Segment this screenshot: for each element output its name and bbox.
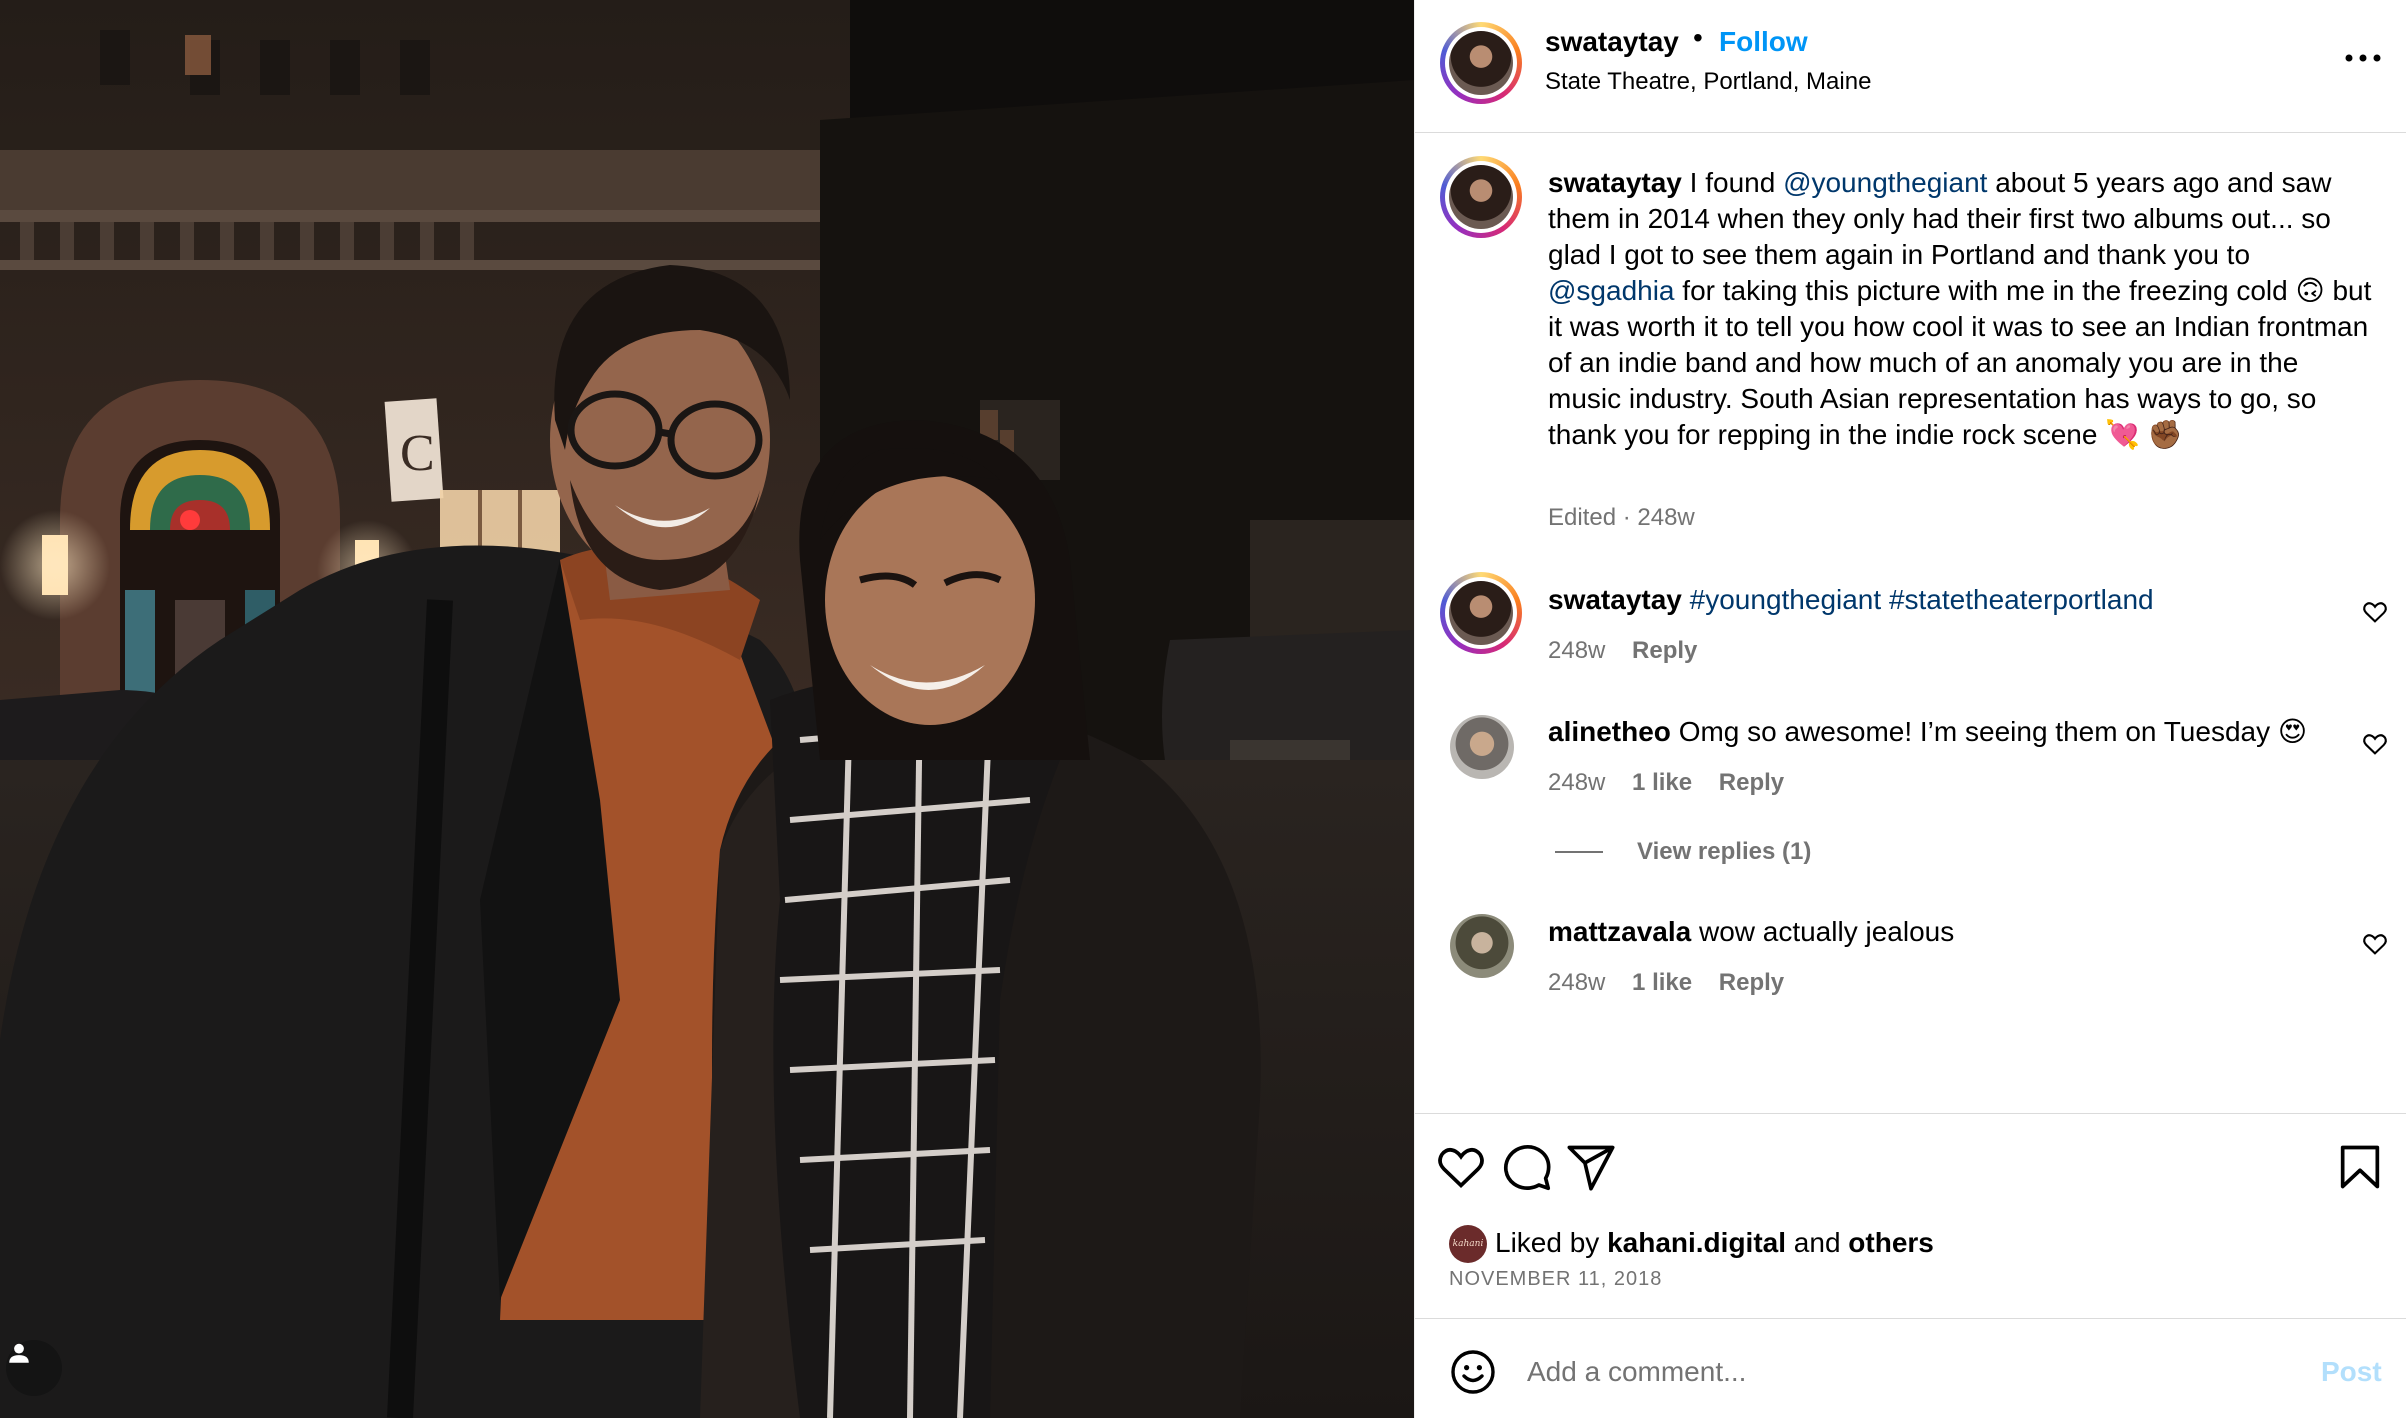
- like-comment-icon[interactable]: [2361, 598, 2389, 626]
- mention-sgadhia[interactable]: @sgadhia: [1548, 275, 1675, 306]
- comment-age: 248w: [1548, 969, 1606, 996]
- share-icon[interactable]: [1565, 1141, 1617, 1193]
- actions-divider: [1415, 1113, 2406, 1114]
- photo-sign-letter: C: [400, 425, 435, 482]
- post-date[interactable]: NOVEMBER 11, 2018: [1449, 1268, 1662, 1291]
- comment-likes[interactable]: 1 like: [1632, 969, 1692, 996]
- comment-age: 248w: [1548, 769, 1606, 796]
- comment-text: wow actually jealous: [1698, 916, 1955, 947]
- post-comment-button[interactable]: Post: [2321, 1356, 2382, 1388]
- comment-text: Omg so awesome! I’m seeing them on Tuesd…: [1678, 716, 2308, 747]
- like-comment-icon[interactable]: [2361, 730, 2389, 758]
- reply-button[interactable]: Reply: [1719, 969, 1784, 996]
- comment-username[interactable]: mattzavala: [1548, 916, 1691, 947]
- comment-meta: 248w 1 like Reply: [1548, 969, 1784, 997]
- comment-input[interactable]: [1527, 1348, 2227, 1396]
- liked-by-user[interactable]: kahani.digital: [1607, 1227, 1786, 1258]
- liked-by-others[interactable]: others: [1848, 1227, 1934, 1258]
- emoji-icon[interactable]: [1449, 1348, 1497, 1396]
- hashtag-statetheaterportland[interactable]: #statetheaterportland: [1889, 584, 2154, 615]
- like-icon[interactable]: [1435, 1141, 1487, 1193]
- replies-divider: [1555, 851, 1603, 853]
- caption-meta: Edited · 248w: [1548, 504, 1695, 531]
- hashtag-youngthegiant[interactable]: #youngthegiant: [1690, 584, 1882, 615]
- post-detail-panel: swataytay • Follow State Theatre, Portla…: [1414, 0, 2406, 1418]
- comment-meta: 248w Reply: [1548, 637, 1697, 665]
- caption-username[interactable]: swataytay: [1548, 167, 1682, 198]
- comment-item: mattzavala wow actually jealous: [1548, 914, 2348, 950]
- liker-avatar-text: kahani: [1452, 1239, 1484, 1249]
- caption-segment: I found: [1689, 167, 1784, 198]
- comment-item: alinetheo Omg so awesome! I’m seeing the…: [1548, 714, 2348, 750]
- liked-by-middle: and: [1786, 1227, 1849, 1258]
- comment-avatar[interactable]: [1450, 914, 1514, 978]
- caption: swataytay I found @youngthegiant about 5…: [1548, 165, 2378, 453]
- comment-likes[interactable]: 1 like: [1632, 769, 1692, 796]
- comment-meta: 248w 1 like Reply: [1548, 769, 1784, 797]
- comment-icon[interactable]: [1501, 1141, 1553, 1193]
- comment-avatar[interactable]: [1450, 715, 1514, 779]
- more-options-button[interactable]: [2341, 36, 2385, 80]
- view-replies-button[interactable]: View replies (1): [1637, 838, 1811, 866]
- follow-button[interactable]: Follow: [1719, 26, 1808, 58]
- mention-youngthegiant[interactable]: @youngthegiant: [1783, 167, 1987, 198]
- liked-by-prefix: Liked by: [1495, 1227, 1608, 1258]
- post-header: swataytay • Follow State Theatre, Portla…: [1415, 0, 2406, 133]
- comment-item: swataytay #youngthegiant #statetheaterpo…: [1548, 582, 2348, 618]
- liker-avatar[interactable]: kahani: [1449, 1225, 1487, 1263]
- save-icon[interactable]: [2334, 1141, 2386, 1193]
- more-icon: [2345, 54, 2381, 62]
- user-icon: [9, 1343, 29, 1363]
- add-comment-divider: [1415, 1318, 2406, 1319]
- comment-avatar[interactable]: [1440, 572, 1522, 654]
- caption-author-avatar[interactable]: [1440, 156, 1522, 238]
- comment-age: 248w: [1548, 637, 1606, 664]
- photo-scene: C: [0, 0, 1414, 1418]
- reply-button[interactable]: Reply: [1719, 769, 1784, 796]
- tagged-users-button[interactable]: [6, 1340, 62, 1396]
- comment-username[interactable]: swataytay: [1548, 584, 1682, 615]
- post-author-username[interactable]: swataytay: [1545, 26, 1679, 58]
- reply-button[interactable]: Reply: [1632, 637, 1697, 664]
- like-comment-icon[interactable]: [2361, 930, 2389, 958]
- liked-by: Liked by kahani.digital and others: [1495, 1227, 1934, 1259]
- header-separator: •: [1693, 22, 1703, 53]
- post-photo[interactable]: C: [0, 0, 1414, 1418]
- comment-username[interactable]: alinetheo: [1548, 716, 1671, 747]
- post-author-avatar[interactable]: [1440, 22, 1522, 104]
- comment-segment: [1881, 584, 1889, 615]
- post-location[interactable]: State Theatre, Portland, Maine: [1545, 68, 1871, 96]
- caption-text: I found @youngthegiant about 5 years ago…: [1548, 167, 2371, 450]
